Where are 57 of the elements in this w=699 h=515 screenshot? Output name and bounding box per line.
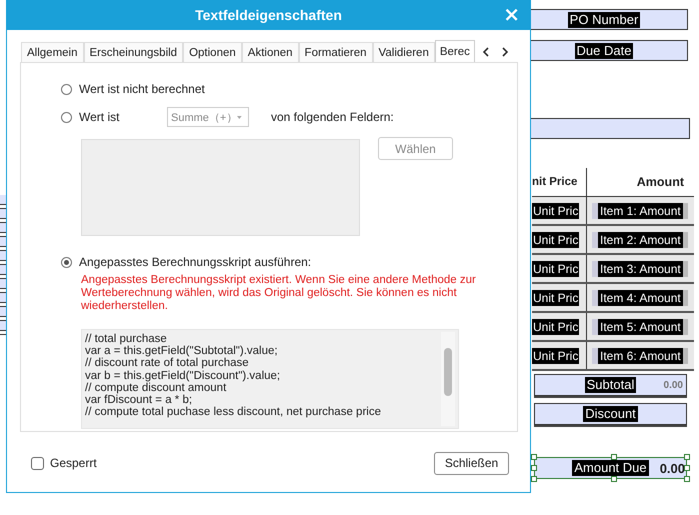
field-label: PO Number bbox=[568, 12, 640, 28]
column-header: Amount bbox=[586, 168, 694, 196]
resize-handle[interactable] bbox=[610, 454, 616, 460]
tab[interactable]: Erscheinungsbild bbox=[84, 42, 184, 62]
tab[interactable]: Aktionen bbox=[242, 42, 299, 62]
chevron-left-icon[interactable] bbox=[480, 46, 491, 58]
option-label: von folgenden Feldern: bbox=[271, 110, 394, 124]
table-cell[interactable]: Unit Pric bbox=[532, 348, 580, 364]
table-cell[interactable]: Item 6: Amount bbox=[592, 348, 688, 364]
checkbox-label: Gesperrt bbox=[50, 456, 97, 470]
table-cell[interactable]: Unit Pric bbox=[532, 290, 580, 306]
field-list[interactable] bbox=[81, 139, 360, 236]
table-cell[interactable]: Item 4: Amount bbox=[592, 290, 688, 306]
option-label: Wert ist bbox=[79, 110, 120, 124]
radio-button[interactable] bbox=[61, 84, 72, 94]
column-header: nit Price bbox=[532, 176, 578, 188]
input-field[interactable]: Discount bbox=[534, 403, 687, 425]
tab[interactable]: Validieren bbox=[372, 42, 435, 62]
chevron-right-icon[interactable] bbox=[500, 46, 510, 58]
table-cell[interactable]: Item 5: Amount bbox=[592, 318, 688, 334]
field-label: Discount bbox=[583, 406, 638, 422]
table-cell[interactable]: Unit Pric bbox=[532, 260, 580, 276]
checkbox[interactable] bbox=[31, 456, 44, 470]
window-title: Textfeldeigenschaften bbox=[195, 7, 342, 23]
warning-text: Angepasstes Berechnungsskript existiert. Wenn Sie eine andere Methode zur Werteberechnung wählen, wird das Original gelöscht. Sie können es nicht wiederherstellen. bbox=[81, 274, 477, 313]
radio-button[interactable] bbox=[61, 256, 72, 268]
close-button[interactable]: Schließen bbox=[434, 452, 509, 474]
table-cell[interactable]: Item 1: Amount bbox=[592, 202, 688, 218]
code-line: var fDiscount = a * b; bbox=[85, 394, 194, 406]
code-line: // compute total puchase less discount, net purchase price bbox=[85, 406, 382, 418]
table-cell[interactable]: Unit Pric bbox=[532, 232, 580, 248]
input-field[interactable]: Subtotal 0.00 bbox=[534, 374, 687, 396]
field-label: Subtotal bbox=[584, 377, 636, 393]
field-value: 0.00 bbox=[660, 460, 685, 476]
script-editor[interactable] bbox=[81, 329, 459, 429]
scrollbar[interactable] bbox=[441, 332, 455, 426]
table-cell[interactable]: Item 2: Amount bbox=[592, 232, 688, 248]
field-label: Due Date bbox=[574, 42, 634, 58]
table-cell[interactable]: Unit Pric bbox=[532, 318, 580, 334]
input-field[interactable]: Amount Due 0.00 bbox=[534, 457, 687, 479]
table-cell[interactable]: Item 3: Amount bbox=[592, 260, 688, 276]
code-line: // compute discount amount bbox=[85, 382, 226, 394]
code-line: // discount rate of total purchase bbox=[85, 357, 249, 370]
resize-handle[interactable] bbox=[610, 476, 616, 482]
field-value: 0.00 bbox=[664, 380, 683, 390]
tab[interactable]: Optionen bbox=[183, 42, 242, 62]
tab[interactable]: Formatieren bbox=[298, 42, 373, 62]
field-label: Amount Due bbox=[572, 460, 649, 476]
tab[interactable]: Allgemein bbox=[21, 42, 84, 62]
option-label: Wert ist nicht berechnet bbox=[79, 82, 205, 96]
table-cell[interactable]: Unit Pric bbox=[532, 202, 580, 218]
tab[interactable]: Berec bbox=[434, 40, 475, 62]
code-line: var b = this.getField("Discount").value; bbox=[85, 370, 282, 382]
code-line: var a = this.getField("Subtotal").value; bbox=[85, 345, 279, 358]
option-label: Angepasstes Berechnungsskript ausführen: bbox=[79, 255, 312, 269]
dropdown-arrow-icon bbox=[237, 114, 242, 120]
code-line: // total purchase bbox=[85, 333, 168, 346]
